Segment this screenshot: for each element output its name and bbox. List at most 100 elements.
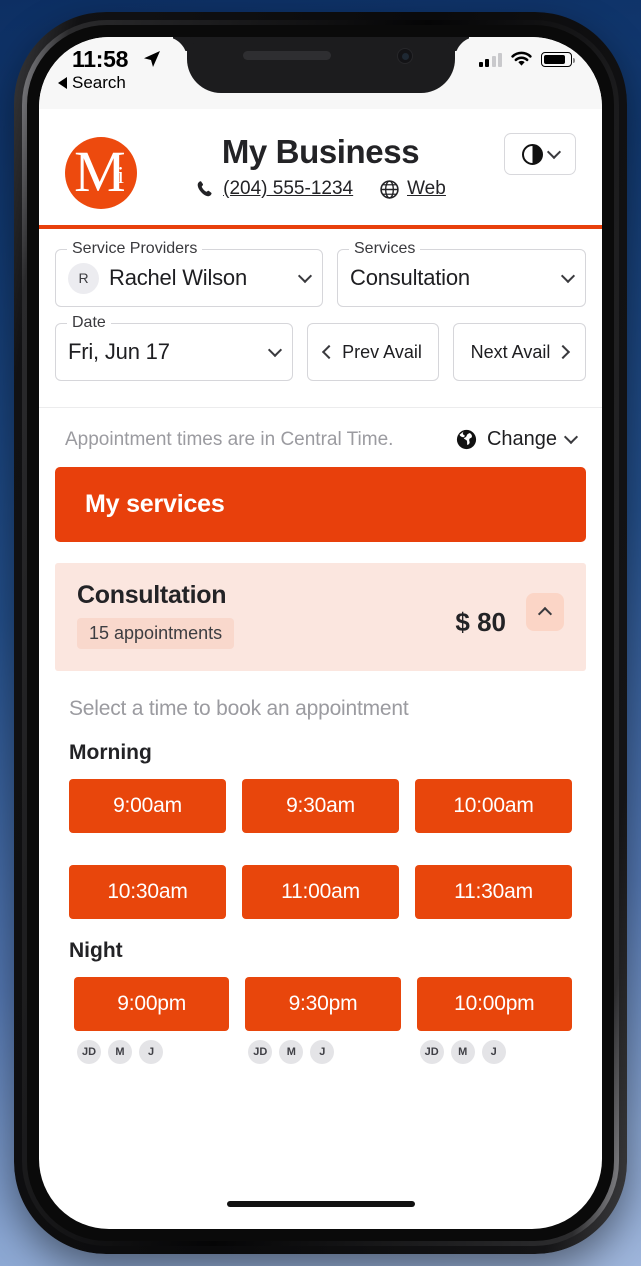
chevron-down-icon	[560, 268, 576, 283]
page-title: My Business	[221, 133, 420, 170]
slot-cell: 9:30pm JD M J	[245, 977, 401, 1064]
time-slot-button[interactable]: 10:30am	[69, 865, 226, 919]
service-providers-select[interactable]: Service Providers R Rachel Wilson	[55, 240, 323, 307]
battery-icon	[541, 52, 575, 67]
slot-attendee-avatars: JD M J	[417, 1040, 572, 1064]
provider-avatar: R	[68, 262, 99, 294]
chevron-left-icon	[322, 344, 337, 360]
avatar: J	[310, 1040, 335, 1064]
wifi-icon	[511, 51, 532, 66]
time-slot-button[interactable]: 10:00am	[415, 779, 572, 833]
chevron-right-icon	[556, 344, 571, 360]
service-card-title: Consultation	[77, 581, 227, 609]
slot-cell: 11:00am	[242, 865, 399, 919]
timezone-note: Appointment times are in Central Time.	[65, 428, 394, 450]
phone-frame-bezel: 11:58 Search M i My Business (204) 555-1…	[22, 20, 619, 1246]
timezone-row: Appointment times are in Central Time. C…	[39, 408, 602, 467]
my-services-label: My services	[85, 490, 225, 518]
slot-cell: 9:00am	[69, 779, 226, 833]
chevron-down-icon	[563, 429, 579, 445]
avatar: J	[481, 1040, 506, 1064]
date-select[interactable]: Date Fri, Jun 17	[55, 314, 293, 381]
status-time: 11:58	[72, 46, 129, 72]
back-triangle-icon	[58, 77, 67, 89]
date-value: Fri, Jun 17	[68, 339, 170, 364]
my-services-banner[interactable]: My services	[55, 467, 586, 542]
notch	[186, 37, 455, 93]
service-price: $ 80	[455, 607, 506, 637]
services-label: Services	[349, 240, 421, 258]
service-providers-value: Rachel Wilson	[109, 265, 248, 290]
avatar: JD	[419, 1040, 444, 1064]
prev-avail-button[interactable]: Prev Avail	[307, 323, 439, 381]
phone-frame-inner: 11:58 Search M i My Business (204) 555-1…	[27, 25, 614, 1241]
slot-cell: 10:30am	[69, 865, 226, 919]
chevron-down-icon	[267, 342, 283, 357]
change-timezone-button[interactable]: Change	[455, 428, 579, 451]
back-to-search-button[interactable]: Search	[58, 73, 126, 93]
next-avail-label: Next Avail	[470, 341, 551, 362]
service-card-consultation[interactable]: Consultation 15 appointments $ 80	[55, 563, 586, 671]
change-label: Change	[486, 428, 557, 450]
time-slot-button[interactable]: 9:30am	[242, 779, 399, 833]
chevron-up-icon	[537, 606, 553, 622]
appointments-count-badge: 15 appointments	[77, 618, 235, 649]
status-indicators	[478, 51, 575, 67]
website-label: Web	[407, 178, 446, 200]
slot-row: 9:00am 9:30am 10:00am	[55, 765, 586, 833]
website-link[interactable]: Web	[379, 178, 446, 200]
section-title-morning: Morning	[69, 741, 152, 764]
services-banner-wrap: My services	[39, 467, 602, 542]
time-slot-button[interactable]: 10:00pm	[416, 977, 572, 1031]
phone-number: (204) 555-1234	[223, 178, 354, 200]
earpiece-speaker	[242, 51, 331, 60]
slot-cell: 9:00pm JD M J	[74, 977, 230, 1064]
time-slot-button[interactable]: 9:00pm	[74, 977, 230, 1031]
slots-hint: Select a time to book an appointment	[69, 697, 409, 720]
contrast-icon	[521, 143, 543, 165]
phone-screen: 11:58 Search M i My Business (204) 555-1…	[39, 37, 602, 1229]
business-logo: M i	[65, 137, 137, 209]
time-slot-button[interactable]: 11:30am	[415, 865, 572, 919]
time-slot-button[interactable]: 9:00am	[69, 779, 226, 833]
globe-icon	[380, 180, 399, 199]
logo-accent-letter: i	[117, 163, 124, 189]
avatar: M	[279, 1040, 304, 1064]
phone-icon	[197, 180, 212, 196]
avatar: M	[450, 1040, 475, 1064]
avatar: JD	[77, 1040, 101, 1064]
slots-section-morning: Morning 9:00am 9:30am 10:00am 10:30am 11…	[55, 721, 586, 919]
contrast-theme-button[interactable]	[504, 133, 576, 175]
services-value: Consultation	[350, 265, 470, 290]
home-indicator[interactable]	[226, 1201, 415, 1207]
avatar: JD	[248, 1040, 273, 1064]
globe-filled-icon	[456, 429, 477, 450]
slot-cell: 10:00am	[415, 779, 572, 833]
avatar: J	[139, 1040, 163, 1064]
section-title-night: Night	[69, 939, 123, 962]
slot-attendee-avatars: JD M J	[74, 1040, 229, 1064]
slots-section-night: Night 9:00pm JD M J 9:30pm JD M J 10:00p…	[55, 919, 586, 1064]
slot-row: 9:00pm JD M J 9:30pm JD M J 10:00pm JD M…	[55, 963, 586, 1064]
collapse-service-button[interactable]	[526, 593, 564, 631]
location-arrow-icon	[144, 51, 160, 67]
back-label: Search	[72, 73, 126, 92]
time-slot-button[interactable]: 9:30pm	[245, 977, 401, 1031]
next-avail-button[interactable]: Next Avail	[453, 323, 586, 381]
slot-cell: 11:30am	[415, 865, 572, 919]
time-slots-section: Select a time to book an appointment Mor…	[39, 671, 602, 1064]
filters-section: Service Providers R Rachel Wilson Servic…	[39, 229, 602, 408]
slot-attendee-avatars: JD M J	[245, 1040, 400, 1064]
phone-frame: 11:58 Search M i My Business (204) 555-1…	[14, 12, 627, 1254]
services-select[interactable]: Services Consultation	[337, 240, 586, 307]
chevron-down-icon	[297, 268, 313, 283]
prev-avail-label: Prev Avail	[342, 341, 422, 362]
phone-link[interactable]: (204) 555-1234	[195, 178, 353, 200]
slot-cell: 9:30am	[242, 779, 399, 833]
cellular-signal-icon	[478, 52, 502, 67]
slot-cell: 10:00pm JD M J	[416, 977, 572, 1064]
time-slot-button[interactable]: 11:00am	[242, 865, 399, 919]
status-bar: 11:58 Search	[39, 37, 602, 109]
app-header: M i My Business (204) 555-1234 Web	[39, 109, 602, 229]
avatar: M	[108, 1040, 132, 1064]
